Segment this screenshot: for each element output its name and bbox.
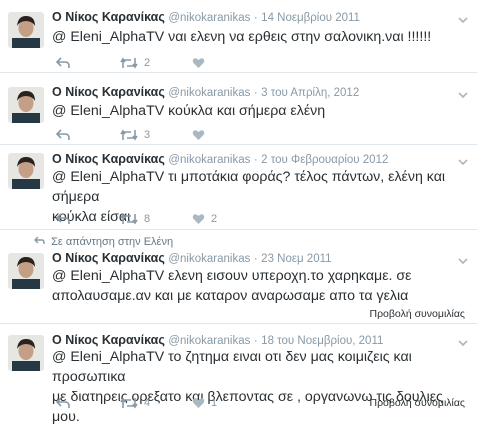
retweet-icon — [120, 213, 138, 225]
tweet-date[interactable]: 18 του Νοεμβρίου, 2011 — [261, 335, 383, 347]
reply-icon — [56, 129, 70, 141]
tweet-text: @ Eleni_AlphaTV το ζητημα ειναι οτι δεν … — [52, 347, 464, 427]
avatar[interactable] — [8, 253, 44, 289]
tweet[interactable]: Ο Νίκος Καρανίκας @nikokaranikas · 14 Νο… — [0, 0, 477, 73]
caret-down-icon[interactable] — [457, 87, 469, 99]
tweet-date[interactable]: 2 του Φεβρουαρίου 2012 — [261, 154, 388, 166]
view-conversation-link[interactable]: Προβολή συνομιλίας — [370, 308, 466, 320]
retweet-button[interactable]: 4 — [120, 395, 150, 411]
tweet-text-line: απολαυσαμε.αν και με καταρον αναρωσαμε α… — [52, 288, 409, 304]
tweet-header: Ο Νίκος Καρανίκας @nikokaranikas · 2 του… — [52, 152, 388, 166]
tweet-text-line: @ Eleni_AlphaTV το ζητημα ειναι οτι δεν … — [52, 349, 412, 385]
caret-down-icon[interactable] — [457, 154, 469, 166]
tweet[interactable]: Σε απάντηση στην Ελένη Ο Νίκος Καρανίκας… — [0, 231, 477, 324]
like-count: 2 — [211, 213, 218, 225]
caret-down-icon[interactable] — [457, 253, 469, 265]
retweet-button[interactable]: 8 — [120, 211, 150, 227]
heart-icon — [192, 57, 205, 69]
heart-icon — [192, 213, 205, 225]
separator: · — [253, 253, 258, 265]
reply-button[interactable] — [56, 127, 70, 143]
retweet-count: 2 — [144, 57, 151, 69]
tweet-date[interactable]: 14 Νοεμβρίου 2011 — [261, 12, 360, 24]
tweet-date[interactable]: 23 Νοεμ 2011 — [261, 253, 331, 265]
tweet-header: Ο Νίκος Καρανίκας @nikokaranikas · 23 Νο… — [52, 251, 332, 265]
view-conversation-link[interactable]: Προβολή συνομιλίας — [370, 397, 466, 409]
tweet-text-line: @ Eleni_AlphaTV τι μποτάκια φοράς? τέλος… — [52, 169, 446, 205]
caret-down-icon[interactable] — [457, 12, 469, 24]
avatar[interactable] — [8, 87, 44, 123]
author-handle[interactable]: @nikokaranikas — [168, 253, 250, 265]
tweet[interactable]: Ο Νίκος Καρανίκας @nikokaranikas · 18 το… — [0, 325, 477, 425]
caret-down-icon[interactable] — [457, 335, 469, 347]
author-handle[interactable]: @nikokaranikas — [168, 12, 250, 24]
retweet-icon — [120, 57, 138, 69]
tweet[interactable]: Ο Νίκος Καρανίκας @nikokaranikas · 3 του… — [0, 74, 477, 145]
heart-icon — [192, 397, 205, 409]
separator: · — [253, 154, 258, 166]
author-name[interactable]: Ο Νίκος Καρανίκας — [52, 85, 165, 99]
retweet-button[interactable]: 3 — [120, 127, 150, 143]
like-button[interactable]: 1 — [192, 395, 217, 411]
author-handle[interactable]: @nikokaranikas — [168, 87, 250, 99]
tweet[interactable]: Ο Νίκος Καρανίκας @nikokaranikas · 2 του… — [0, 146, 477, 230]
reply-button[interactable] — [56, 395, 70, 411]
reply-context[interactable]: Σε απάντηση στην Ελένη — [34, 236, 173, 248]
retweet-count: 3 — [144, 129, 151, 141]
separator: · — [253, 335, 258, 347]
avatar[interactable] — [8, 12, 44, 48]
like-count: 1 — [211, 397, 218, 409]
tweet-text-line: κούκλα είσαι — [52, 209, 131, 225]
tweet-text-line: @ Eleni_AlphaTV ναι ελενη να ερθεις στην… — [52, 29, 432, 45]
reply-arrow-icon — [34, 236, 45, 248]
heart-icon — [192, 129, 205, 141]
tweet-date[interactable]: 3 του Απρίλη, 2012 — [261, 87, 359, 99]
tweet-text: @ Eleni_AlphaTV τι μποτάκια φοράς? τέλος… — [52, 167, 464, 227]
tweet-text-line: @ Eleni_AlphaTV κούκλα και σήμερα ελένη — [52, 103, 326, 119]
author-name[interactable]: Ο Νίκος Καρανίκας — [52, 152, 165, 166]
retweet-count: 8 — [144, 213, 151, 225]
retweet-icon — [120, 129, 138, 141]
author-handle[interactable]: @nikokaranikas — [168, 154, 250, 166]
retweet-count: 4 — [144, 397, 151, 409]
like-button[interactable] — [192, 55, 211, 71]
author-name[interactable]: Ο Νίκος Καρανίκας — [52, 10, 165, 24]
reply-button[interactable] — [56, 55, 70, 71]
tweet-text: @ Eleni_AlphaTV ναι ελενη να ερθεις στην… — [52, 27, 464, 47]
tweet-text: @ Eleni_AlphaTV κούκλα και σήμερα ελένη — [52, 101, 464, 121]
retweet-button[interactable]: 2 — [120, 55, 150, 71]
separator: · — [253, 87, 258, 99]
tweet-header: Ο Νίκος Καρανίκας @nikokaranikas · 14 Νο… — [52, 10, 360, 24]
like-button[interactable]: 2 — [192, 211, 217, 227]
separator: · — [253, 12, 258, 24]
avatar[interactable] — [8, 335, 44, 371]
reply-context-label: Σε απάντηση στην Ελένη — [51, 236, 174, 248]
tweet-header: Ο Νίκος Καρανίκας @nikokaranikas · 18 το… — [52, 333, 383, 347]
tweet-text-line: @ Eleni_AlphaTV ελενη εισουν υπεροχη.το … — [52, 268, 412, 284]
reply-icon — [56, 57, 70, 69]
reply-icon — [56, 213, 70, 225]
tweet-header: Ο Νίκος Καρανίκας @nikokaranikas · 3 του… — [52, 85, 359, 99]
like-button[interactable] — [192, 127, 211, 143]
retweet-icon — [120, 397, 138, 409]
author-handle[interactable]: @nikokaranikas — [168, 335, 250, 347]
reply-icon — [56, 397, 70, 409]
reply-button[interactable] — [56, 211, 70, 227]
author-name[interactable]: Ο Νίκος Καρανίκας — [52, 251, 165, 265]
avatar[interactable] — [8, 153, 44, 189]
tweet-text: @ Eleni_AlphaTV ελενη εισουν υπεροχη.το … — [52, 266, 464, 306]
author-name[interactable]: Ο Νίκος Καρανίκας — [52, 333, 165, 347]
